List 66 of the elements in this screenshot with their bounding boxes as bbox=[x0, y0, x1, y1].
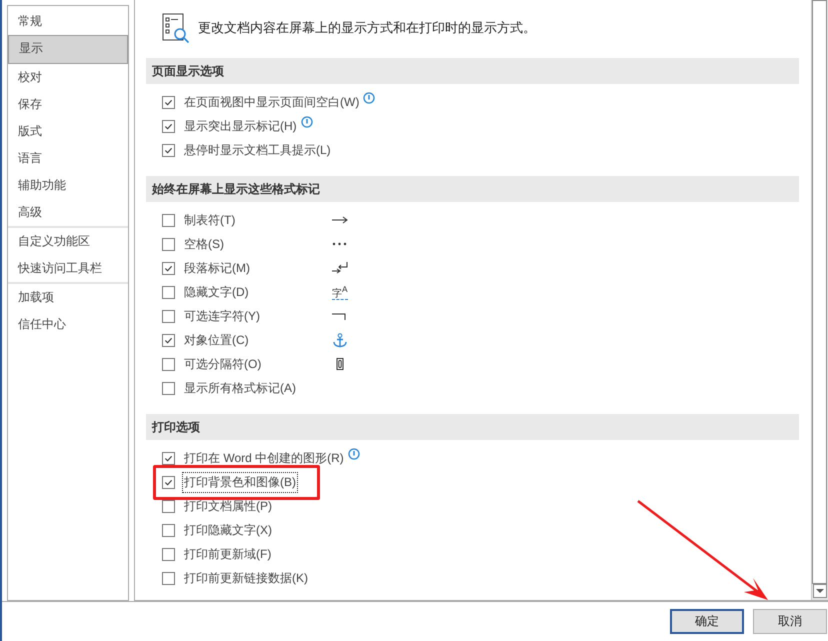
checkbox-label[interactable]: 打印文档属性(P) bbox=[183, 496, 273, 516]
checkbox[interactable] bbox=[162, 214, 175, 226]
checkmark-icon bbox=[164, 478, 173, 486]
checkmark-icon bbox=[164, 336, 173, 344]
checkbox-label[interactable]: 段落标记(M) bbox=[183, 258, 251, 278]
checkbox-label[interactable]: 对象位置(C) bbox=[183, 330, 250, 350]
sidebar-item[interactable]: 高级 bbox=[8, 199, 128, 226]
checkbox[interactable] bbox=[162, 548, 175, 560]
checkbox-label[interactable]: 制表符(T) bbox=[183, 210, 236, 230]
sidebar-item[interactable]: 校对 bbox=[8, 64, 128, 91]
document-magnifier-icon bbox=[162, 12, 190, 44]
checkbox[interactable] bbox=[162, 120, 175, 132]
checkbox-label[interactable]: 显示突出显示标记(H) bbox=[183, 116, 298, 136]
checkbox[interactable] bbox=[162, 334, 175, 346]
checkbox[interactable] bbox=[162, 382, 175, 394]
scroll-down-icon[interactable] bbox=[813, 584, 827, 598]
arrow-icon bbox=[332, 215, 348, 225]
sidebar-item[interactable]: 信任中心 bbox=[8, 311, 128, 338]
checkbox[interactable] bbox=[162, 358, 175, 370]
sidebar-item[interactable]: 快速访问工具栏 bbox=[8, 255, 128, 282]
section-header: 始终在屏幕上显示这些格式标记 bbox=[146, 176, 799, 202]
checkbox[interactable] bbox=[162, 96, 175, 108]
checkbox-label[interactable]: 打印背景色和图像(B) bbox=[183, 472, 297, 492]
checkbox[interactable] bbox=[162, 452, 175, 464]
checkmark-icon bbox=[164, 264, 173, 272]
checkmark-icon bbox=[164, 122, 173, 130]
checkbox[interactable] bbox=[162, 286, 175, 298]
checkbox-label[interactable]: 空格(S) bbox=[183, 234, 225, 254]
sidebar-item[interactable]: 加载项 bbox=[8, 284, 128, 311]
sidebar-item[interactable]: 保存 bbox=[8, 91, 128, 118]
checkmark-icon bbox=[164, 98, 173, 106]
checkmark-icon bbox=[164, 146, 173, 154]
section-header: 页面显示选项 bbox=[146, 58, 799, 84]
return-arrow-icon bbox=[332, 262, 348, 274]
checkbox[interactable] bbox=[162, 144, 175, 156]
description-text: 更改文档内容在屏幕上的显示方式和在打印时的显示方式。 bbox=[198, 19, 536, 37]
checkbox[interactable] bbox=[162, 572, 175, 584]
sidebar-item[interactable]: 常规 bbox=[8, 8, 128, 35]
checkbox[interactable] bbox=[162, 524, 175, 536]
dialog-button[interactable]: 确定 bbox=[670, 609, 744, 634]
checkbox-label[interactable]: 可选连字符(Y) bbox=[183, 306, 261, 326]
checkbox-label[interactable]: 打印在 Word 中创建的图形(R) bbox=[183, 448, 345, 468]
checkbox-label[interactable]: 打印前更新域(F) bbox=[183, 544, 272, 564]
hook-line-icon bbox=[332, 311, 346, 321]
checkbox[interactable] bbox=[162, 262, 175, 274]
hidden-text-mark: 字$^{A}$ bbox=[332, 284, 348, 300]
sidebar-item[interactable]: 版式 bbox=[8, 118, 128, 145]
dialog-button[interactable]: 取消 bbox=[753, 609, 827, 634]
sidebar-item[interactable]: 自定义功能区 bbox=[8, 228, 128, 255]
checkbox-label[interactable]: 隐藏文字(D) bbox=[183, 282, 250, 302]
checkbox[interactable] bbox=[162, 310, 175, 322]
checkbox[interactable] bbox=[162, 238, 175, 250]
sidebar-item[interactable]: 语言 bbox=[8, 145, 128, 172]
checkbox-label[interactable]: 可选分隔符(O) bbox=[183, 354, 262, 374]
checkmark-icon bbox=[164, 454, 173, 462]
sidebar-item[interactable]: 辅助功能 bbox=[8, 172, 128, 199]
checkbox-label[interactable]: 在页面视图中显示页面间空白(W) bbox=[183, 92, 360, 112]
checkbox-label[interactable]: 打印前更新链接数据(K) bbox=[183, 568, 309, 588]
anchor-icon bbox=[332, 332, 348, 348]
checkbox-label[interactable]: 悬停时显示文档工具提示(L) bbox=[183, 140, 332, 160]
checkbox-label[interactable]: 显示所有格式标记(A) bbox=[183, 378, 297, 398]
section-header: 打印选项 bbox=[146, 414, 799, 440]
sidebar-item[interactable]: 显示 bbox=[8, 35, 128, 64]
checkbox[interactable] bbox=[162, 500, 175, 512]
checkbox[interactable] bbox=[162, 476, 175, 488]
checkbox-label[interactable]: 打印隐藏文字(X) bbox=[183, 520, 273, 540]
